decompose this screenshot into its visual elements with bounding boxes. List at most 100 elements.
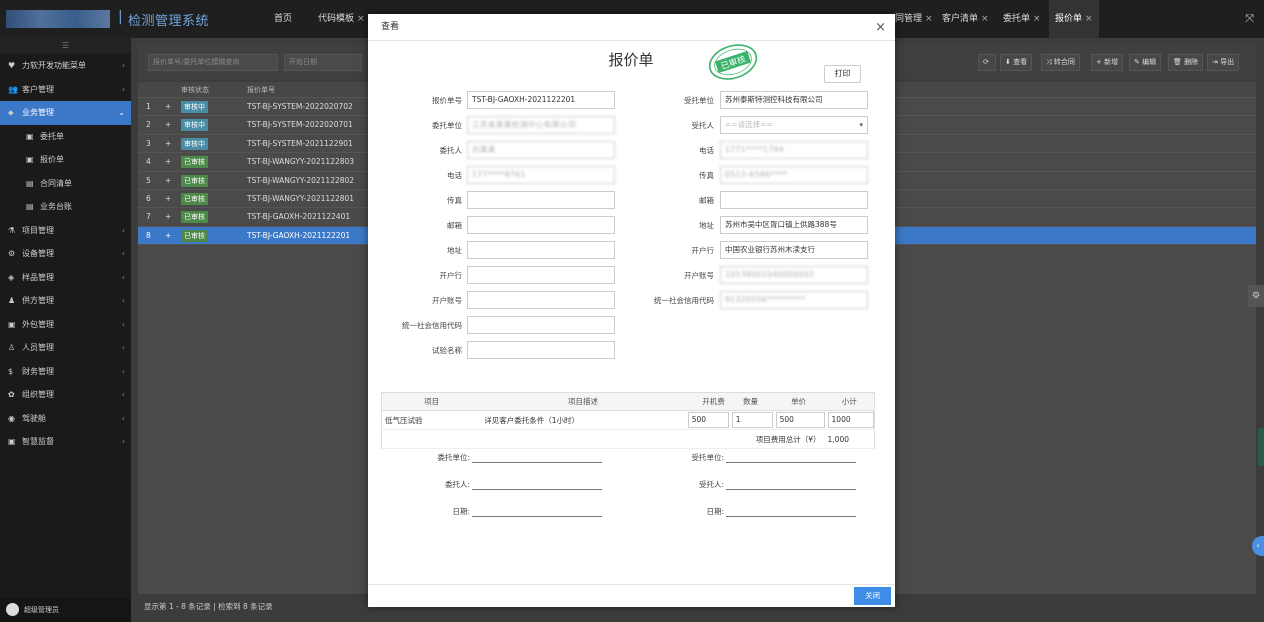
field-value: 177****8761 [472,170,526,179]
close-icon[interactable]: × [925,14,933,24]
field-value: 0512-6586**** [725,170,788,179]
form-field[interactable]: 1771****1794 [720,141,868,159]
to-contract-button[interactable]: ⤨ 转合同 [1041,54,1080,71]
tab-orders[interactable]: 委托单 × [997,0,1047,38]
sidebar-item[interactable]: ⬥ 业务管理 ⌄ [0,101,131,125]
expand-icon[interactable]: + [165,172,171,190]
sidebar-item[interactable]: ◉ 驾驶舱 ‹ [0,407,131,431]
quote-number: TST-BJ-WANGYY-2021122803 [247,157,355,167]
user-profile[interactable]: 超级管理员 [0,598,131,622]
status-badge: 已审核 [181,190,208,208]
logo [6,10,110,28]
form-field[interactable] [467,266,615,284]
add-button[interactable]: + 新增 [1091,54,1124,71]
close-icon[interactable]: × [1033,14,1041,24]
fullscreen-icon[interactable]: ⤧ [1245,12,1254,26]
status-badge-label: 已审核 [181,211,208,224]
form-field[interactable]: 中国农业银行苏州木渎支行 [720,241,868,259]
sidebar-item[interactable]: ♙ 人员管理 ‹ [0,336,131,360]
expand-icon[interactable]: + [165,227,171,245]
form-field[interactable] [467,216,615,234]
print-button[interactable]: 打印 [824,65,861,83]
view-button[interactable]: ⬇ 查看 [1000,54,1033,71]
form-field[interactable]: 177****8761 [467,166,615,184]
expand-icon[interactable]: + [165,135,171,153]
form-field[interactable]: 10538001040000002 [720,266,868,284]
search-input[interactable]: 报价单号/委托单位模糊查询 [148,54,278,71]
column-header-status[interactable]: 审核状态 [181,82,209,98]
sidebar-item[interactable]: ▣ 委托单 [0,125,131,149]
chevron-left-icon: ‹ [121,319,125,329]
signature-blank [472,509,602,517]
form-field[interactable] [467,191,615,209]
table-row: 低气压试验 详见客户委托条件（1小时） 500 1 500 1000 [381,410,875,430]
expand-icon[interactable]: + [165,98,171,116]
form-field[interactable]: TST-BJ-GAOXH-2021122201 [467,91,615,109]
form-field[interactable] [720,191,868,209]
sidebar-item[interactable]: ⚗ 项目管理 ‹ [0,219,131,243]
sidebar-item-label: 供方管理 [22,296,54,305]
tab-home[interactable]: 首页 [268,0,298,38]
export-button[interactable]: ⇥ 导出 [1207,54,1240,71]
sidebar-item[interactable]: ♟ 供方管理 ‹ [0,289,131,313]
cell-price[interactable]: 500 [772,410,825,430]
th-startup-fee: 开机费 [684,392,729,411]
close-icon[interactable]: × [1085,14,1093,24]
form-field[interactable]: 91320506********* [720,291,868,309]
cell-fee[interactable]: 500 [684,410,729,430]
form-field[interactable] [467,241,615,259]
sidebar-item[interactable]: ▣ 报价单 [0,148,131,172]
sidebar-item[interactable]: ▤ 业务台账 [0,195,131,219]
form-field[interactable]: 苏州市吴中区胥口镇上供路388号 [720,216,868,234]
signature-line: 日期: [428,506,602,517]
sidebar-item[interactable]: ▣ 外包管理 ‹ [0,313,131,337]
price-value: 500 [775,412,825,428]
trustee-select[interactable]: ==请选择== ▾ [720,116,868,134]
column-header-quote-no[interactable]: 报价单号 [247,82,275,98]
sidebar-item[interactable]: $ 财务管理 ‹ [0,360,131,384]
start-date-input[interactable]: 开始日期 [284,54,362,71]
status-badge: 已审核 [181,227,208,245]
sidebar-item[interactable]: ◈ 样品管理 ‹ [0,266,131,290]
form-field[interactable] [467,316,615,334]
cell-subtotal[interactable]: 1000 [824,410,875,430]
edit-button[interactable]: ✎ 编辑 [1129,54,1162,71]
form-field[interactable]: 苏州泰斯特测控科技有限公司 [720,91,868,109]
sidebar-item[interactable]: ▤ 合同清单 [0,172,131,196]
form-field[interactable]: 江苏省某某检测中心有限公司 [467,116,615,134]
menu-icon[interactable]: ☰ [0,38,131,54]
form-field[interactable]: 0512-6586**** [720,166,868,184]
sidebar-item[interactable]: ▣ 智慧监督 ‹ [0,430,131,454]
gear-icon[interactable]: ⚙ [1248,285,1264,307]
field-label: 开户账号 [684,271,714,280]
close-icon[interactable]: × [357,14,365,24]
sidebar-item[interactable]: 👥 客户管理 ‹ [0,78,131,102]
close-button[interactable]: 关闭 [854,587,891,605]
cell-quantity[interactable]: 1 [728,410,773,430]
form-field[interactable] [467,341,615,359]
form-field[interactable]: 刘某某 [467,141,615,159]
expand-icon[interactable]: + [165,208,171,226]
quote-number: TST-BJ-WANGYY-2021122801 [247,193,355,203]
close-icon[interactable]: × [875,14,886,41]
close-icon[interactable]: × [981,14,989,24]
button-label: 转合同 [1053,58,1075,66]
refresh-button[interactable]: ⟳ [978,54,996,71]
users-icon: 👥 [8,84,18,94]
chevron-left-icon: ‹ [121,413,125,423]
sidebar-item[interactable]: ⚙ 设备管理 ‹ [0,242,131,266]
expand-icon[interactable]: + [165,153,171,171]
expand-icon[interactable]: + [165,116,171,134]
sidebar-item-label: 合同清单 [40,178,72,188]
tab-quotation[interactable]: 报价单 × [1049,0,1099,38]
sidebar-item[interactable]: ✿ 组织管理 ‹ [0,383,131,407]
tab-code-template[interactable]: 代码模板 × [312,0,371,38]
sidebar-item[interactable]: ♥ 力软开发功能菜单 ‹ [0,54,131,78]
delete-button[interactable]: 🗑 删除 [1168,54,1204,71]
expand-icon[interactable]: + [165,190,171,208]
tab-customers[interactable]: 客户清单 × [936,0,995,38]
chevron-left-icon: ‹ [121,390,125,399]
form-field[interactable] [467,291,615,309]
heart-icon: ♥ [8,61,16,70]
field-label: 传真 [447,196,462,205]
